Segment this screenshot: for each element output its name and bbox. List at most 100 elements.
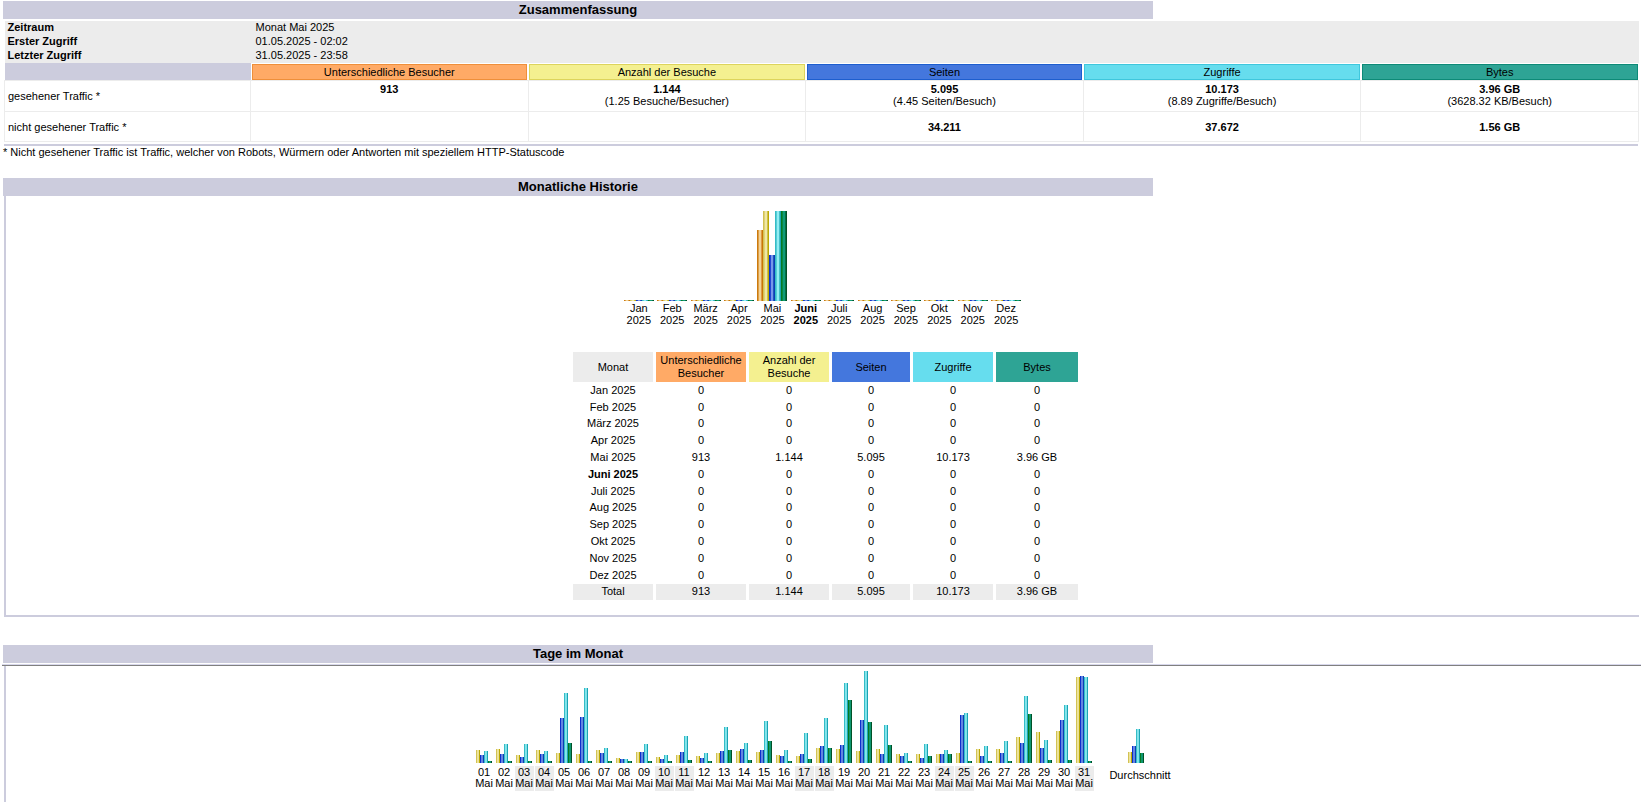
day-bars — [554, 666, 574, 763]
day-slot-27: 27Mai — [994, 666, 1014, 791]
day-slot-31: 31Mai — [1074, 666, 1094, 791]
day-slot-18: 18Mai — [814, 666, 834, 791]
day-month: Mai — [955, 778, 974, 789]
month-label: Juli — [823, 301, 856, 315]
value-cell: 0 — [996, 399, 1078, 416]
seen-besuche: 1.144(1.25 Besuche/Besucher) — [528, 81, 806, 112]
day-month: Mai — [975, 778, 994, 789]
day-bars — [534, 666, 554, 763]
monthly-table-header-0: Monat — [573, 352, 653, 382]
day-month: Mai — [555, 778, 574, 789]
month-slot-aug: Aug2025 — [856, 211, 889, 326]
month-cell: Aug 2025 — [573, 500, 653, 517]
day-bars — [954, 666, 974, 763]
month-slot-jan: Jan2025 — [622, 211, 655, 326]
value-cell: 0 — [749, 483, 829, 500]
day-bars — [934, 666, 954, 763]
day-bar — [868, 722, 872, 763]
value-cell: 0 — [832, 382, 910, 399]
month-year-label: 2025 — [889, 315, 922, 327]
monthly-table-header-3: Seiten — [832, 352, 910, 382]
value-cell: 0 — [913, 500, 993, 517]
value-cell: 0 — [996, 432, 1078, 449]
total-value: 5.095 — [832, 584, 910, 601]
summary-footnote: * Nicht gesehener Traffic ist Traffic, w… — [3, 146, 564, 158]
value-cell: 0 — [832, 516, 910, 533]
value-cell: 0 — [832, 500, 910, 517]
summary-col-bytes: Bytes — [1361, 63, 1639, 81]
day-bars — [754, 666, 774, 763]
day-bar — [568, 743, 572, 763]
day-slot-22: 22Mai — [894, 666, 914, 791]
monthly-table-row: März 202500000 — [573, 416, 1078, 433]
info-label-erster-zugriff: Erster Zugriff — [5, 35, 251, 49]
day-slot-06: 06Mai — [574, 666, 594, 791]
unseen-besuche — [528, 112, 806, 142]
monthly-table-total-row: Total9131.1445.09510.1733.96 GB — [573, 584, 1078, 601]
month-bar — [781, 211, 787, 301]
month-cell: Okt 2025 — [573, 533, 653, 550]
day-bars — [714, 666, 734, 763]
monthly-table-row: Mai 20259131.1445.09510.1733.96 GB — [573, 449, 1078, 466]
month-cell: Juni 2025 — [573, 466, 653, 483]
day-bar — [1084, 677, 1088, 763]
day-slot-29: 29Mai — [1034, 666, 1054, 791]
value-cell: 0 — [656, 483, 746, 500]
day-label: 06Mai — [575, 766, 594, 791]
day-slot-04: 04Mai — [534, 666, 554, 791]
day-bars — [794, 666, 814, 763]
day-month: Mai — [815, 778, 834, 789]
month-slot-apr: Apr2025 — [722, 211, 755, 326]
month-bars — [989, 211, 1022, 301]
month-label: Apr — [722, 301, 755, 315]
monthly-table-row: Nov 202500000 — [573, 550, 1078, 567]
value-cell: 0 — [749, 466, 829, 483]
month-cell: Nov 2025 — [573, 550, 653, 567]
day-label: 22Mai — [895, 766, 914, 791]
day-bars — [494, 666, 514, 763]
day-bars — [814, 666, 834, 763]
monthly-table-header-1: Unterschiedliche Besucher — [656, 352, 746, 382]
seen-besucher: 913 — [251, 81, 529, 112]
month-slot-juni: Juni2025 — [789, 211, 822, 326]
day-bar — [988, 761, 992, 763]
day-label: 26Mai — [975, 766, 994, 791]
day-label: 04Mai — [535, 766, 554, 791]
day-bar — [608, 761, 612, 763]
value-cell: 0 — [996, 550, 1078, 567]
summary-section-title: Zusammenfassung — [3, 1, 1153, 19]
day-bar — [1004, 741, 1008, 763]
month-slot-okt: Okt2025 — [923, 211, 956, 326]
day-bars — [1054, 666, 1074, 763]
day-bar — [728, 750, 732, 763]
month-slot-mai: Mai2025 — [756, 211, 789, 326]
day-bars — [974, 666, 994, 763]
unseen-traffic-label: nicht gesehener Traffic * — [5, 112, 251, 142]
value-cell: 0 — [832, 432, 910, 449]
month-label: Okt — [923, 301, 956, 315]
day-bars — [674, 666, 694, 763]
month-year-label: 2025 — [656, 315, 689, 327]
day-slot-12: 12Mai — [694, 666, 714, 791]
day-month: Mai — [695, 778, 714, 789]
value-cell: 0 — [749, 399, 829, 416]
day-slot-11: 11Mai — [674, 666, 694, 791]
day-label: 03Mai — [515, 766, 534, 791]
info-value-letzter-zugriff: 31.05.2025 - 23:58 — [251, 49, 1639, 63]
day-month: Mai — [615, 778, 634, 789]
month-bar — [1015, 300, 1021, 301]
day-bar — [528, 761, 532, 763]
day-bar — [584, 688, 588, 763]
day-bars — [774, 666, 794, 763]
day-label: 13Mai — [715, 766, 734, 791]
value-cell: 0 — [913, 399, 993, 416]
day-month: Mai — [535, 778, 554, 789]
value-cell: 5.095 — [832, 449, 910, 466]
day-bars — [634, 666, 654, 763]
day-label: 16Mai — [775, 766, 794, 791]
day-bar — [948, 754, 952, 763]
value-cell: 0 — [656, 500, 746, 517]
value-cell: 0 — [656, 382, 746, 399]
day-bar — [548, 761, 552, 763]
month-bar — [982, 300, 988, 301]
